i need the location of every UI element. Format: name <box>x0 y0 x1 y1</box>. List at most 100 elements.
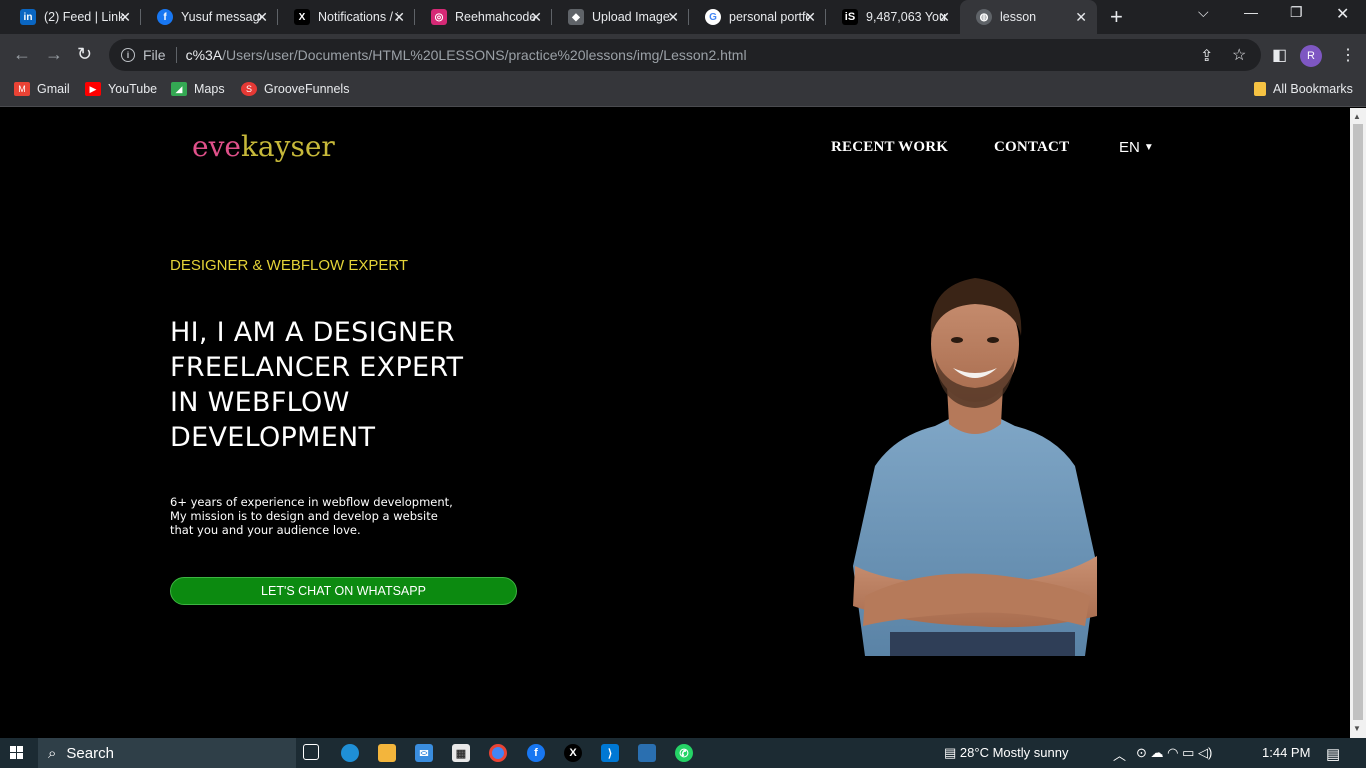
close-icon[interactable]: ✕ <box>256 9 268 25</box>
photos-icon[interactable] <box>638 744 656 762</box>
bookmark-maps[interactable]: ◢ Maps <box>171 82 225 96</box>
close-window-icon[interactable]: ✕ <box>1336 4 1349 24</box>
logo-part-2: kayser <box>240 130 335 163</box>
scrollbar-thumb[interactable] <box>1353 124 1363 720</box>
whatsapp-icon[interactable]: ✆ <box>675 744 693 762</box>
share-icon[interactable]: ⇪ <box>1200 46 1213 66</box>
info-icon[interactable]: i <box>121 48 135 62</box>
x-taskbar-icon[interactable]: X <box>564 744 582 762</box>
tray-icons[interactable]: ⊙ ☁ ◠ ▭ ◁) <box>1136 745 1212 761</box>
tab-istock[interactable]: iS 9,487,063 You ✕ <box>826 0 960 34</box>
whatsapp-chat-button[interactable]: LET'S CHAT ON WHATSAPP <box>170 577 517 605</box>
profile-avatar[interactable]: R <box>1300 45 1322 67</box>
url-scheme: File <box>143 47 166 63</box>
close-icon[interactable]: ✕ <box>804 9 816 25</box>
scroll-up-icon[interactable]: ▲ <box>1353 112 1361 121</box>
browser-tab-strip: in (2) Feed | LinkedIn ✕ f Yusuf message… <box>0 0 1366 34</box>
bookmark-groovefunnels[interactable]: S GrooveFunnels <box>241 82 349 96</box>
page-scrollbar[interactable]: ▲ ▼ <box>1350 108 1366 738</box>
globe-icon: ◍ <box>976 9 992 25</box>
hero-portrait-image <box>853 278 1097 656</box>
bookmark-label: Gmail <box>37 82 70 96</box>
close-icon[interactable]: ✕ <box>530 9 542 25</box>
edge-icon[interactable] <box>341 744 359 762</box>
tab-facebook[interactable]: f Yusuf messages ✕ <box>141 0 278 34</box>
all-bookmarks[interactable]: All Bookmarks <box>1254 82 1353 96</box>
tray-overflow-icon[interactable]: ︿ <box>1113 745 1126 764</box>
tab-title: Reehmahcode <box>455 10 535 24</box>
instagram-icon: ◎ <box>431 9 447 25</box>
notifications-icon[interactable]: ▤ <box>1326 745 1340 763</box>
windows-taskbar: ⌕ Search ✉ ▦ f X ⟩ ✆ ▤ 28°C Mostly sunny… <box>0 738 1366 768</box>
close-icon[interactable]: ✕ <box>938 9 950 25</box>
tab-instagram[interactable]: ◎ Reehmahcode ✕ <box>415 0 552 34</box>
vscode-icon[interactable]: ⟩ <box>601 744 619 762</box>
url-host: c%3A <box>185 47 223 63</box>
menu-icon[interactable]: ⋮ <box>1340 45 1356 65</box>
maps-icon: ◢ <box>171 82 187 96</box>
folder-icon <box>1254 82 1266 96</box>
all-bookmarks-label: All Bookmarks <box>1273 82 1353 96</box>
new-tab-button[interactable]: + <box>1110 6 1123 28</box>
restore-icon[interactable]: ❐ <box>1290 4 1303 21</box>
tab-search-icon[interactable]: ⌵ <box>1198 4 1209 21</box>
scroll-down-icon[interactable]: ▼ <box>1353 724 1361 733</box>
clock[interactable]: 1:44 PM <box>1262 745 1310 760</box>
istock-icon: iS <box>842 9 858 25</box>
bookmarks-bar: M Gmail ▶ YouTube ◢ Maps S GrooveFunnels… <box>0 76 1366 107</box>
forward-icon[interactable]: → <box>45 44 63 64</box>
gmail-icon: M <box>14 82 30 96</box>
file-explorer-icon[interactable] <box>378 744 396 762</box>
linkedin-icon: in <box>20 9 36 25</box>
search-label: Search <box>66 744 114 762</box>
bookmark-label: GrooveFunnels <box>264 82 350 96</box>
description-line: that you and your audience love. <box>170 523 361 537</box>
youtube-icon: ▶ <box>85 82 101 96</box>
tab-google[interactable]: G personal portfolio ✕ <box>689 0 826 34</box>
weather-text: 28°C Mostly sunny <box>959 745 1069 760</box>
close-icon[interactable]: ✕ <box>1075 9 1087 25</box>
reload-icon[interactable]: ↻ <box>77 44 92 64</box>
tab-title: (2) Feed | LinkedIn <box>44 10 124 24</box>
chrome-icon[interactable] <box>489 744 507 762</box>
bookmark-gmail[interactable]: M Gmail <box>14 82 70 96</box>
tab-linkedin[interactable]: in (2) Feed | LinkedIn ✕ <box>4 0 141 34</box>
site-logo[interactable]: evekayser <box>192 130 335 163</box>
tab-title: lesson <box>1000 10 1037 24</box>
back-icon[interactable]: ← <box>13 44 31 64</box>
taskbar-search[interactable]: ⌕ Search <box>38 738 296 768</box>
mail-icon[interactable]: ✉ <box>415 744 433 762</box>
nav-recent-work[interactable]: RECENT WORK <box>831 139 948 156</box>
close-icon[interactable]: ✕ <box>393 9 405 25</box>
tab-title: personal portfolio <box>729 10 809 24</box>
language-label: EN <box>1119 139 1140 156</box>
facebook-icon: f <box>157 9 173 25</box>
weather-icon: ▤ <box>944 745 957 760</box>
minimize-icon[interactable]: — <box>1244 4 1258 20</box>
tab-title: 9,487,063 You <box>866 10 946 24</box>
nav-contact[interactable]: CONTACT <box>994 139 1069 156</box>
bookmark-youtube[interactable]: ▶ YouTube <box>85 82 157 96</box>
tab-x[interactable]: X Notifications / X ✕ <box>278 0 415 34</box>
headline-line: HI, I AM A DESIGNER <box>170 317 455 348</box>
bookmark-label: YouTube <box>108 82 158 96</box>
side-panel-icon[interactable]: ◧ <box>1272 45 1287 65</box>
tab-upload-image[interactable]: ◆ Upload Image ✕ <box>552 0 689 34</box>
store-icon[interactable]: ▦ <box>452 744 470 762</box>
weather-widget[interactable]: ▤ 28°C Mostly sunny <box>944 745 1068 761</box>
tab-lesson[interactable]: ◍ lesson ✕ <box>960 0 1097 34</box>
address-bar[interactable]: i File c%3A/Users/user/Documents/HTML%20… <box>109 39 1261 71</box>
url-path: /Users/user/Documents/HTML%20LESSONS/pra… <box>222 47 747 63</box>
close-icon[interactable]: ✕ <box>119 9 131 25</box>
language-selector[interactable]: EN ▼ <box>1119 139 1154 156</box>
bookmark-star-icon[interactable]: ☆ <box>1232 45 1246 65</box>
task-view-icon[interactable] <box>303 744 319 760</box>
hero-headline: HI, I AM A DESIGNER FREELANCER EXPERT IN… <box>170 315 490 455</box>
description-line: My mission is to design and develop a we… <box>170 509 438 523</box>
facebook-taskbar-icon[interactable]: f <box>527 744 545 762</box>
headline-line: FREELANCER EXPERT <box>170 352 464 383</box>
headline-line: IN WEBFLOW <box>170 387 350 418</box>
close-icon[interactable]: ✕ <box>667 9 679 25</box>
windows-start-icon[interactable] <box>10 746 24 760</box>
tab-title: Upload Image <box>592 10 670 24</box>
